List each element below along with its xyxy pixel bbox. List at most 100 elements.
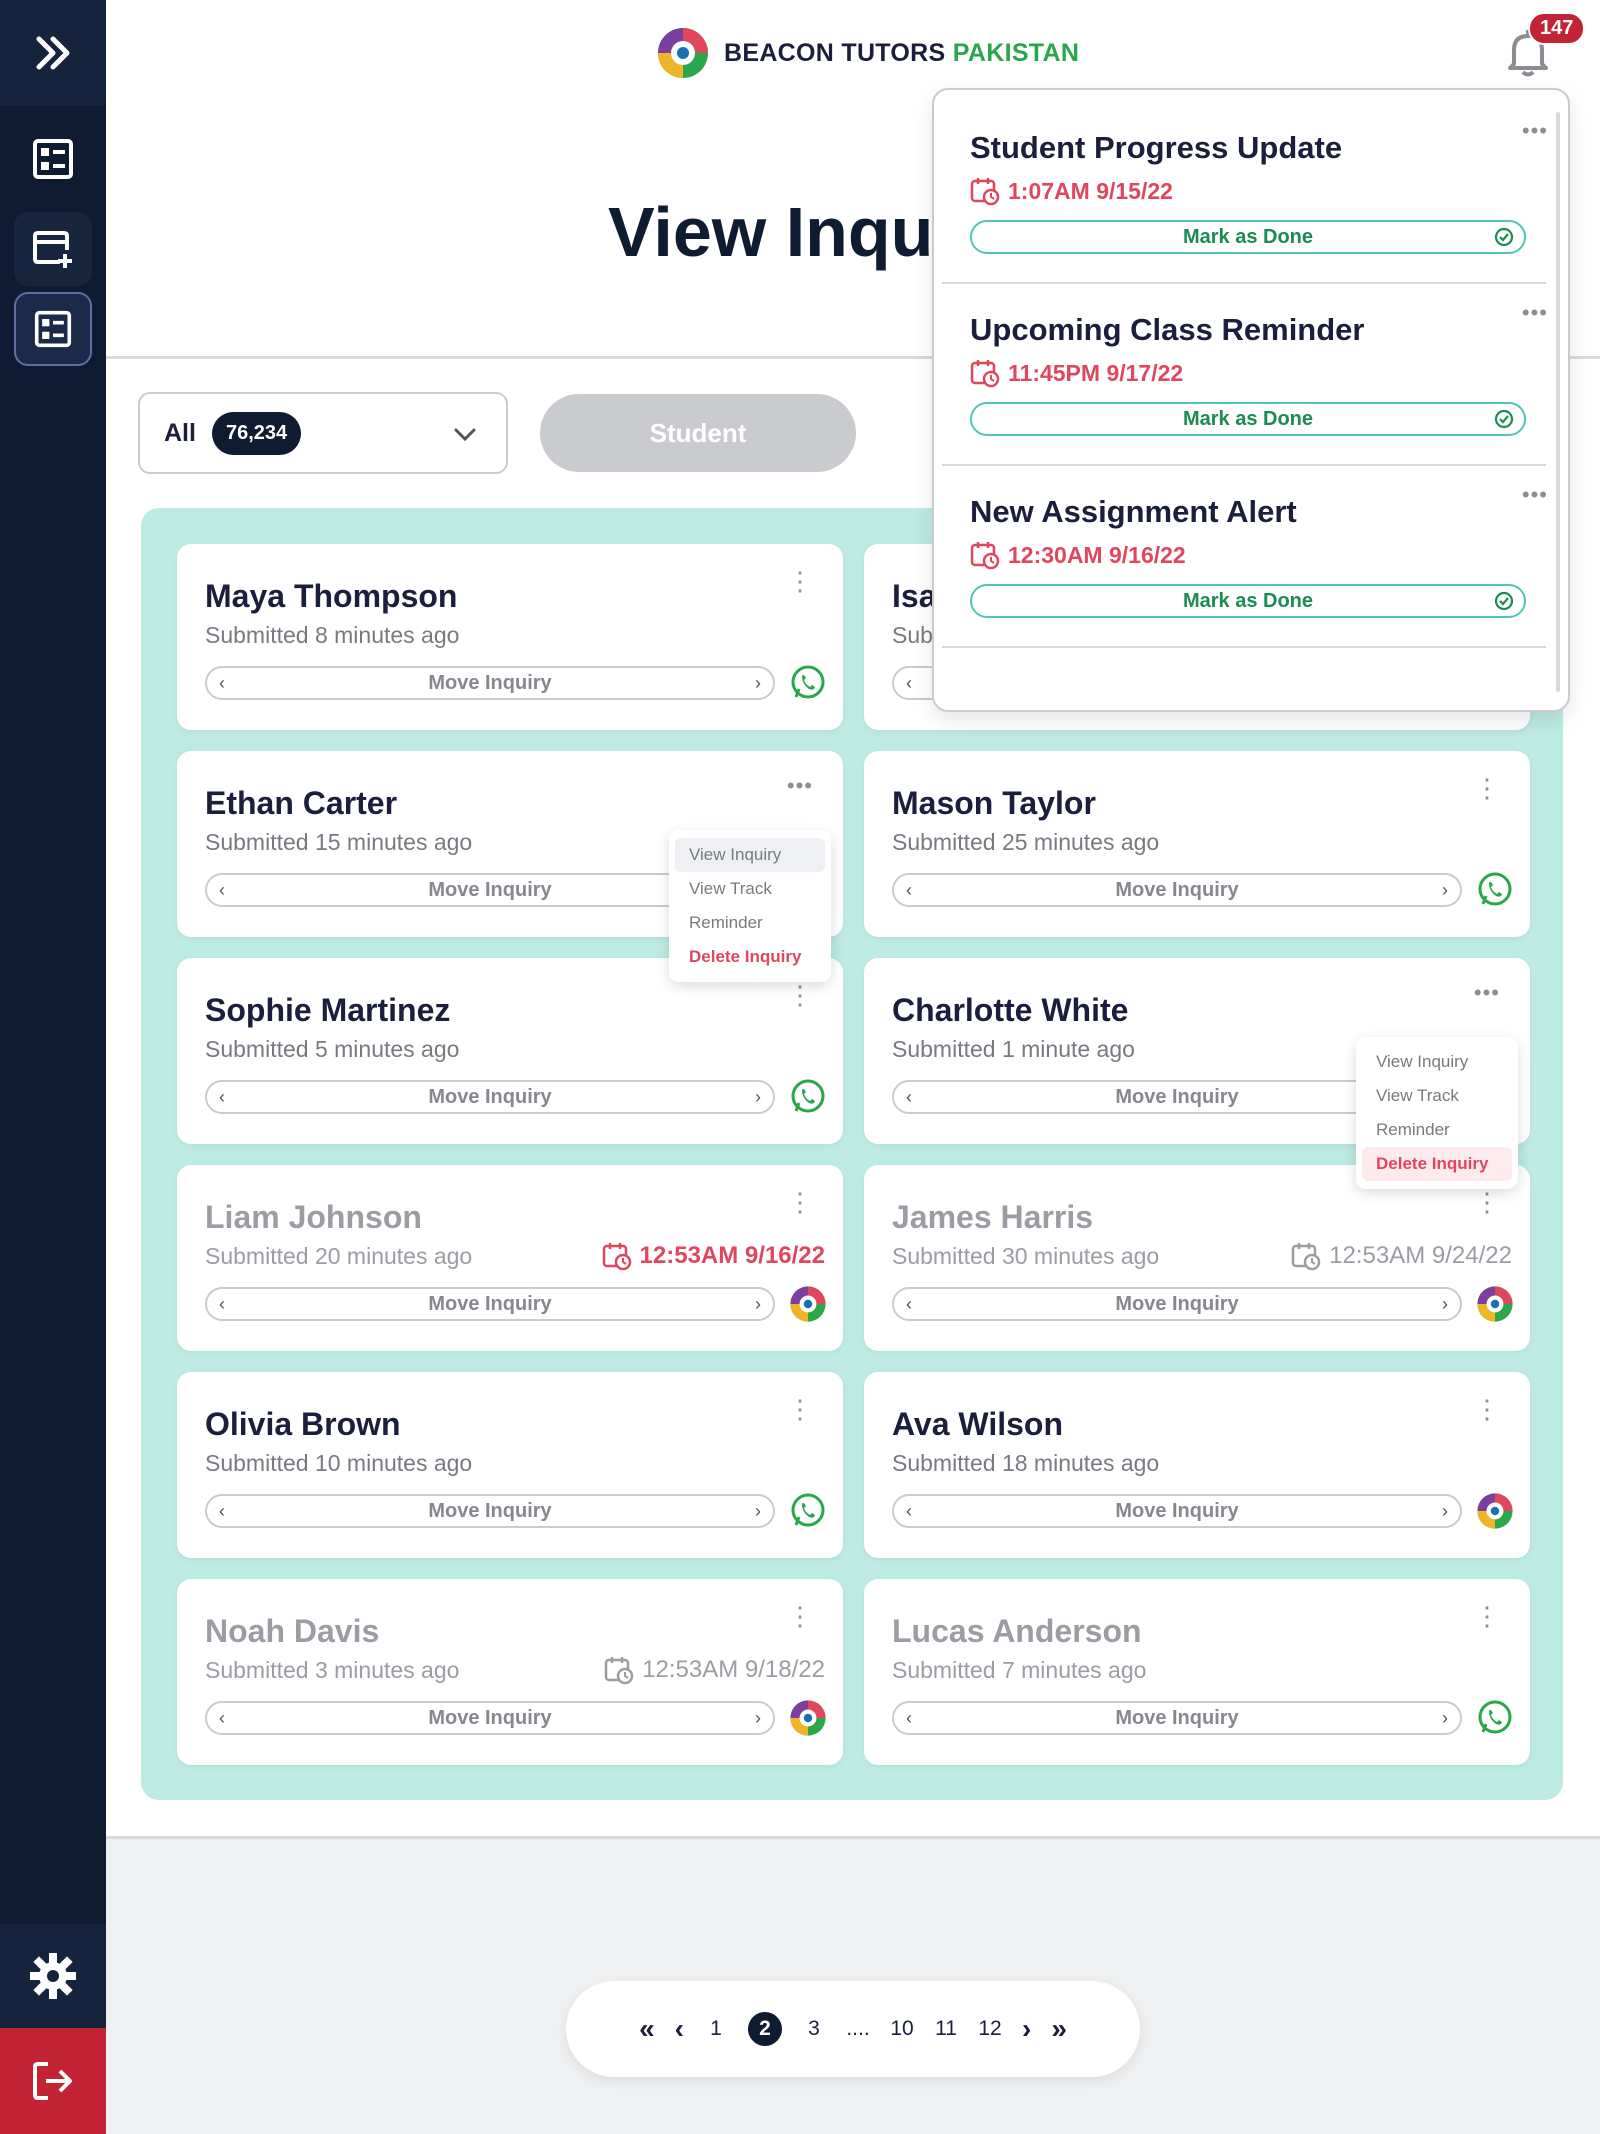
move-next-button[interactable]: › — [755, 1708, 761, 1729]
page-2-button-current[interactable]: 2 — [748, 2012, 782, 2046]
card-options-button[interactable]: ⋮ — [787, 568, 813, 594]
inquiry-card[interactable]: Olivia Brown Submitted 10 minutes ago ⋮ ‹ Mo… — [177, 1372, 843, 1558]
notification-title: Student Progress Update — [970, 130, 1343, 165]
move-prev-button[interactable]: ‹ — [219, 673, 225, 694]
move-next-button[interactable]: › — [755, 673, 761, 694]
sidebar-add-inquiry-button[interactable] — [14, 212, 92, 286]
move-inquiry-control[interactable]: ‹ Move Inquiry › — [205, 1287, 775, 1321]
move-next-button[interactable]: › — [1442, 1294, 1448, 1315]
filter-dropdown[interactable]: All 76,234 — [138, 392, 508, 474]
move-next-button[interactable]: › — [755, 1087, 761, 1108]
page-1-button[interactable]: 1 — [704, 2017, 728, 2041]
move-prev-button[interactable]: ‹ — [219, 880, 225, 901]
check-circle-icon — [1494, 409, 1514, 429]
student-name: Ethan Carter — [205, 785, 398, 821]
menu-view-track[interactable]: View Track — [675, 872, 825, 906]
whatsapp-icon[interactable] — [789, 1492, 827, 1530]
notification-options-button[interactable]: ••• — [1522, 118, 1548, 144]
card-options-button[interactable]: ••• — [787, 775, 813, 797]
inquiry-card[interactable]: Liam Johnson Submitted 20 minutes ago ⋮ ‹ Mo… — [177, 1165, 843, 1351]
settings-button[interactable] — [0, 1924, 106, 2028]
move-prev-button[interactable]: ‹ — [906, 880, 912, 901]
next-page-button[interactable]: › — [1022, 2013, 1031, 2045]
mark-as-done-button[interactable]: Mark as Done — [970, 220, 1526, 254]
sidebar-view-inquiries-button[interactable] — [14, 292, 92, 366]
inquiry-card[interactable]: James Harris Submitted 30 minutes ago ⋮ ‹ Mo… — [864, 1165, 1530, 1351]
menu-view-inquiry[interactable]: View Inquiry — [1362, 1045, 1512, 1079]
menu-reminder[interactable]: Reminder — [1362, 1113, 1512, 1147]
menu-view-track[interactable]: View Track — [1362, 1079, 1512, 1113]
card-options-button[interactable]: ⋮ — [787, 1603, 813, 1629]
card-options-button[interactable]: ⋮ — [1474, 1396, 1500, 1422]
move-prev-button[interactable]: ‹ — [906, 1501, 912, 1522]
submitted-time: Submitted 7 minutes ago — [892, 1657, 1147, 1683]
submitted-time: Submitted 8 minutes ago — [205, 622, 460, 648]
brand[interactable]: BEACON TUTORS PAKISTAN — [656, 26, 1079, 80]
move-prev-button[interactable]: ‹ — [219, 1708, 225, 1729]
whatsapp-icon[interactable] — [789, 664, 827, 702]
move-prev-button[interactable]: ‹ — [906, 673, 912, 694]
beacon-logo-icon[interactable] — [1476, 1492, 1514, 1530]
whatsapp-icon[interactable] — [1476, 1699, 1514, 1737]
whatsapp-icon[interactable] — [789, 1078, 827, 1116]
card-options-button[interactable]: ⋮ — [1474, 1603, 1500, 1629]
move-inquiry-control[interactable]: ‹ Move Inquiry › — [892, 1701, 1462, 1735]
mark-as-done-button[interactable]: Mark as Done — [970, 584, 1526, 618]
page-3-button[interactable]: 3 — [802, 2017, 826, 2041]
card-options-button[interactable]: ⋮ — [1474, 775, 1500, 801]
move-prev-button[interactable]: ‹ — [219, 1501, 225, 1522]
card-options-button[interactable]: ••• — [1474, 982, 1500, 1004]
move-inquiry-control[interactable]: ‹ Move Inquiry › — [205, 1701, 775, 1735]
move-prev-button[interactable]: ‹ — [906, 1708, 912, 1729]
move-prev-button[interactable]: ‹ — [906, 1294, 912, 1315]
page-12-button[interactable]: 12 — [978, 2017, 1002, 2041]
move-inquiry-control[interactable]: ‹ Move Inquiry › — [205, 1080, 775, 1114]
notification-options-button[interactable]: ••• — [1522, 482, 1548, 508]
submitted-time: Submitted 3 minutes ago — [205, 1657, 460, 1683]
move-next-button[interactable]: › — [1442, 880, 1448, 901]
beacon-logo-icon[interactable] — [789, 1699, 827, 1737]
move-inquiry-control[interactable]: ‹ Move Inquiry › — [892, 873, 1462, 907]
move-prev-button[interactable]: ‹ — [906, 1087, 912, 1108]
first-page-button[interactable]: « — [639, 2013, 655, 2045]
logout-button[interactable] — [0, 2028, 106, 2134]
move-inquiry-control[interactable]: ‹ Move Inquiry › — [205, 1494, 775, 1528]
beacon-logo-icon[interactable] — [1476, 1285, 1514, 1323]
mark-as-done-button[interactable]: Mark as Done — [970, 402, 1526, 436]
inquiry-card[interactable]: Noah Davis Submitted 3 minutes ago ⋮ ‹ Move … — [177, 1579, 843, 1765]
move-inquiry-control[interactable]: ‹ Move Inquiry › — [892, 1494, 1462, 1528]
inquiry-card[interactable]: Mason Taylor Submitted 25 minutes ago ⋮ ‹ Mo… — [864, 751, 1530, 937]
page-10-button[interactable]: 10 — [890, 2017, 914, 2041]
sidebar-dashboard-button[interactable] — [14, 122, 92, 196]
inquiry-card[interactable]: Maya Thompson Submitted 8 minutes ago ⋮ ‹ Mo… — [177, 544, 843, 730]
card-options-button[interactable]: ⋮ — [787, 982, 813, 1008]
beacon-logo-icon[interactable] — [789, 1285, 827, 1323]
notifications-scrollbar[interactable] — [1556, 112, 1560, 692]
notification-item: Student Progress Update 1:07AM 9/15/22 M… — [970, 130, 1530, 254]
card-options-button[interactable]: ⋮ — [1474, 1189, 1500, 1215]
last-page-button[interactable]: » — [1051, 2013, 1067, 2045]
menu-delete-inquiry[interactable]: Delete Inquiry — [675, 940, 825, 974]
whatsapp-icon[interactable] — [1476, 871, 1514, 909]
move-next-button[interactable]: › — [1442, 1708, 1448, 1729]
inquiry-card[interactable]: Lucas Anderson Submitted 7 minutes ago ⋮ ‹ M… — [864, 1579, 1530, 1765]
inquiry-card[interactable]: Ava Wilson Submitted 18 minutes ago ⋮ ‹ Move… — [864, 1372, 1530, 1558]
move-inquiry-control[interactable]: ‹ Move Inquiry › — [892, 1287, 1462, 1321]
move-prev-button[interactable]: ‹ — [219, 1294, 225, 1315]
move-next-button[interactable]: › — [1442, 1501, 1448, 1522]
prev-page-button[interactable]: ‹ — [675, 2013, 684, 2045]
notification-options-button[interactable]: ••• — [1522, 300, 1548, 326]
inquiry-card[interactable]: Sophie Martinez Submitted 5 minutes ago ⋮ ‹… — [177, 958, 843, 1144]
move-next-button[interactable]: › — [755, 1294, 761, 1315]
card-options-button[interactable]: ⋮ — [787, 1396, 813, 1422]
move-prev-button[interactable]: ‹ — [219, 1087, 225, 1108]
menu-delete-inquiry[interactable]: Delete Inquiry — [1362, 1147, 1512, 1181]
page-11-button[interactable]: 11 — [934, 2017, 958, 2041]
move-next-button[interactable]: › — [755, 1501, 761, 1522]
menu-reminder[interactable]: Reminder — [675, 906, 825, 940]
menu-view-inquiry[interactable]: View Inquiry — [675, 838, 825, 872]
card-options-button[interactable]: ⋮ — [787, 1189, 813, 1215]
move-inquiry-control[interactable]: ‹ Move Inquiry › — [205, 666, 775, 700]
expand-sidebar-button[interactable] — [0, 0, 106, 106]
student-tab-button[interactable]: Student — [540, 394, 856, 472]
